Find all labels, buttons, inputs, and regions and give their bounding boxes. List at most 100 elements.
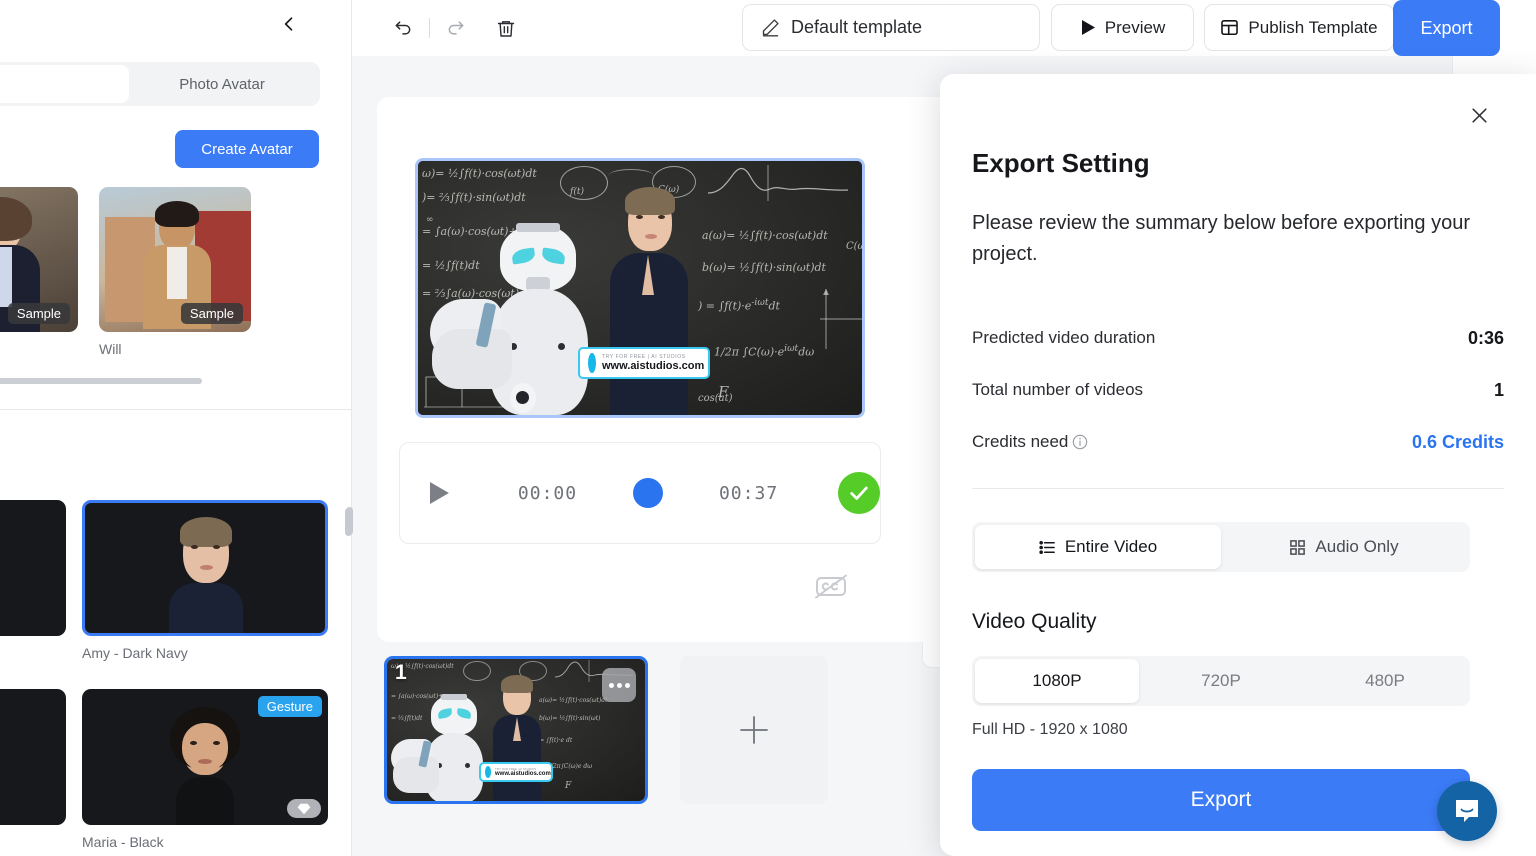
avatar-type-tabs: Photo Avatar [0, 62, 320, 106]
panel-divider [972, 488, 1504, 489]
play-button[interactable] [428, 481, 450, 505]
avatar-name: Maria - Black [82, 834, 164, 850]
support-chat-button[interactable] [1437, 781, 1497, 841]
timeline-scrubber[interactable] [633, 478, 663, 508]
app-root: Photo Avatar Create Avatar Sample mantha [0, 0, 1536, 856]
avatar-card[interactable]: sture [0, 689, 66, 850]
delete-button[interactable] [489, 11, 523, 45]
sidebar-divider [0, 409, 351, 410]
toggle-captions-button[interactable] [807, 562, 855, 610]
dot [608, 682, 614, 688]
sidebar-resize-handle[interactable] [346, 507, 353, 535]
avatar-thumbnail [0, 500, 66, 636]
avatar-card[interactable]: Gesture Maria - Black [82, 689, 328, 850]
template-name-field[interactable]: Default template [742, 4, 1040, 51]
pencil-icon [762, 19, 779, 37]
redo-icon [448, 21, 464, 35]
output-mode-audio-only-label: Audio Only [1315, 537, 1399, 556]
panel-title: Export Setting [972, 148, 1150, 178]
list-icon [1039, 540, 1055, 554]
export-confirm-button[interactable]: Export [972, 769, 1470, 831]
add-scene-button[interactable] [680, 656, 828, 804]
summary-label: Total number of videos [972, 380, 1144, 399]
template-name-value: Default template [791, 17, 923, 37]
video-preview[interactable]: ω)= ½∫f(t)·cos(ωt)dt )= ⅔∫f(t)·sin(ωt)dt… [415, 158, 865, 418]
sample-badge: Sample [7, 303, 70, 324]
output-mode-entire-video[interactable]: Entire Video [975, 525, 1221, 569]
avatar-grid: Amy - Dark Navy sture [0, 500, 351, 856]
video-quality-title: Video Quality [972, 610, 1097, 633]
output-mode-entire-video-label: Entire Video [1064, 537, 1158, 556]
current-time-label: 00:00 [517, 482, 578, 504]
panel-subtitle: Please review the summary below before e… [972, 212, 1471, 265]
scene-timeline: ω)= ½∫f(t)·cos(ωt)dt = ∫a(ω)·cos(ωt)+ = … [384, 656, 828, 804]
summary-label: Predicted video duration [972, 328, 1156, 347]
summary-label: Credits need [972, 432, 1088, 452]
tab-ai-human[interactable] [0, 65, 129, 103]
tab-photo-avatar[interactable]: Photo Avatar [129, 65, 315, 103]
watermark: TRY FOR FREE | AI STUDIOS www.aistudios.… [578, 347, 710, 379]
quality-option-1080p[interactable]: 1080P [975, 659, 1139, 703]
avatar-thumbnail: Sample [0, 187, 78, 332]
summary-row-video-count: Total number of videos 1 [972, 378, 1504, 402]
sample-badge: Sample [180, 303, 243, 324]
preview-button-label: Preview [1104, 17, 1166, 37]
collapse-sidebar-button[interactable] [271, 6, 307, 42]
export-button-toolbar[interactable]: Export [1393, 0, 1500, 56]
summary-value: 1 [1493, 379, 1504, 400]
quality-note: Full HD - 1920 x 1080 [972, 721, 1128, 738]
summary-value: 0:36 [1467, 327, 1504, 348]
scene-thumbnail-card[interactable]: ω)= ½∫f(t)·cos(ωt)dt = ∫a(ω)·cos(ωt)+ = … [384, 656, 648, 804]
avatar-row: sture Gesture [0, 689, 351, 850]
chevron-left-icon [284, 17, 293, 31]
video-quality-control: 1080P 720P 480P [972, 656, 1470, 706]
output-mode-audio-only[interactable]: Audio Only [1221, 525, 1467, 569]
create-avatar-button[interactable]: Create Avatar [175, 130, 319, 168]
left-sidebar: Photo Avatar Create Avatar Sample mantha [0, 0, 352, 856]
avatar-name: mantha [0, 341, 78, 357]
presenter-figure [606, 187, 690, 415]
scene-options-button[interactable] [602, 668, 636, 702]
check-icon [850, 486, 868, 500]
tab-photo-avatar-label: Photo Avatar [179, 75, 265, 93]
export-settings-panel: Export Setting Please review the summary… [940, 74, 1536, 856]
info-icon[interactable] [1072, 434, 1088, 450]
axes-chalk [820, 289, 862, 349]
dot [624, 682, 630, 688]
closed-caption-off-icon [815, 574, 847, 599]
undo-icon [395, 21, 411, 35]
avatar-card[interactable] [0, 500, 66, 661]
export-panel-body: Export Setting Please review the summary… [972, 74, 1504, 831]
summary-row-duration: Predicted video duration 0:36 [972, 326, 1504, 350]
sample-avatar-row: Sample mantha Sample Will [0, 187, 351, 367]
premium-gem-icon [287, 799, 321, 818]
avatar-card-selected[interactable]: Amy - Dark Navy [82, 500, 328, 661]
publish-template-label: Publish Template [1248, 17, 1378, 37]
intercom-chat-icon [1456, 800, 1478, 822]
aistudios-logo-icon [485, 766, 491, 778]
gesture-badge: Gesture [257, 696, 322, 717]
quality-option-720p[interactable]: 720P [1139, 659, 1303, 703]
avatar-thumbnail: Gesture [82, 689, 328, 825]
credits-label-text: Credits need [972, 432, 1069, 451]
summary-value-credits: 0.6 Credits [1411, 431, 1504, 452]
plus-icon [740, 716, 768, 744]
undo-button[interactable] [386, 11, 420, 45]
preview-button[interactable]: Preview [1051, 4, 1194, 51]
horizontal-scrollbar[interactable] [0, 378, 202, 384]
top-toolbar: Default template Preview Publish Templat… [352, 0, 1536, 56]
sample-avatar-card[interactable]: Sample mantha [0, 187, 78, 367]
sample-avatar-card[interactable]: Sample Will [99, 187, 251, 367]
play-icon [1081, 20, 1095, 35]
redo-button[interactable] [439, 11, 473, 45]
avatar-thumbnail: Sample [99, 187, 251, 332]
quality-option-480p[interactable]: 480P [1303, 659, 1467, 703]
publish-template-button[interactable]: Publish Template [1204, 4, 1394, 51]
watermark: TRY FOR FREE | AI STUDIOS www.aistudios.… [479, 762, 553, 782]
grid-icon [1290, 539, 1306, 555]
apply-button[interactable] [838, 472, 880, 514]
output-mode-segmented-control: Entire Video Audio Only [972, 522, 1470, 572]
total-time-label: 00:37 [718, 482, 779, 504]
waveform-chalk [708, 165, 849, 201]
avatar-thumbnail [82, 500, 328, 636]
